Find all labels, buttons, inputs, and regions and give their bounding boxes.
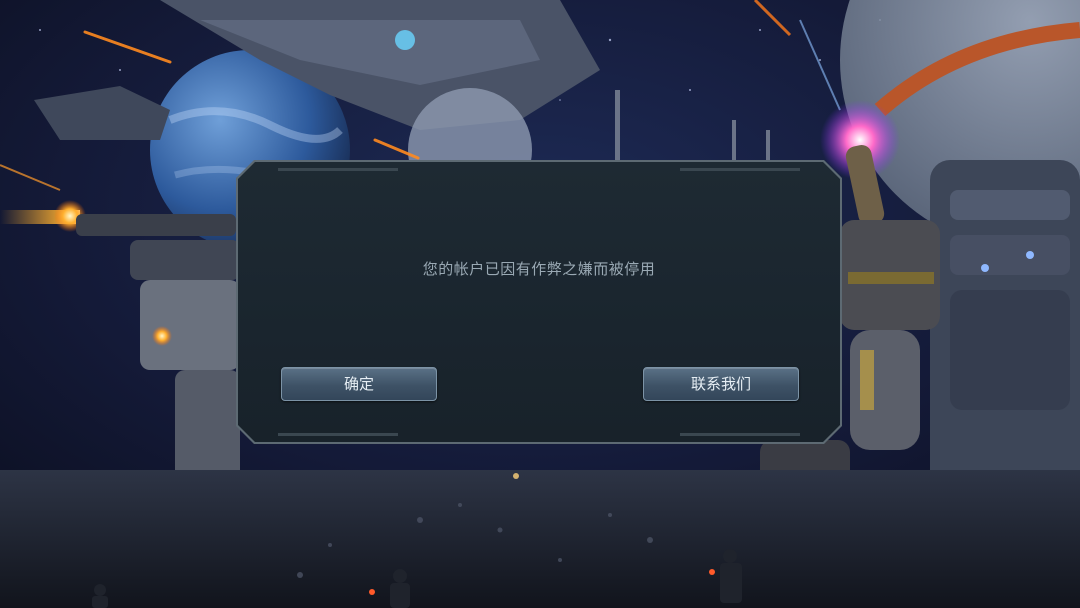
dialog-message: 您的帐户已因有作弊之嫌而被停用 bbox=[422, 260, 656, 278]
dialog-panel: 您的帐户已因有作弊之嫌而被停用 确定 联系我们 bbox=[238, 162, 840, 442]
contact-us-button[interactable]: 联系我们 bbox=[643, 367, 799, 401]
dialog-corner-decoration bbox=[278, 168, 398, 171]
dialog-corner-decoration bbox=[680, 433, 800, 436]
dialog-corner-decoration bbox=[680, 168, 800, 171]
confirm-button[interactable]: 确定 bbox=[281, 367, 437, 401]
account-suspended-dialog: 您的帐户已因有作弊之嫌而被停用 确定 联系我们 bbox=[236, 160, 842, 444]
dialog-corner-decoration bbox=[278, 433, 398, 436]
